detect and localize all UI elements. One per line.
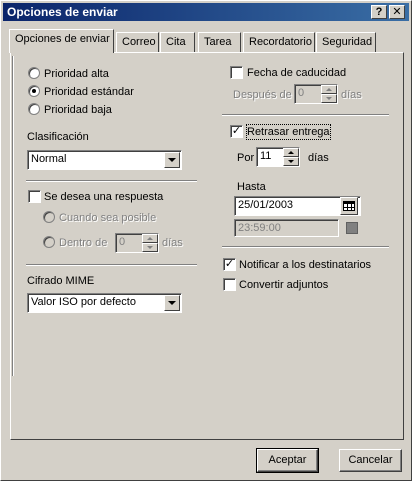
priority-standard-radio[interactable]: [28, 85, 40, 97]
until-label: Hasta: [237, 181, 266, 193]
convert-label: Convertir adjuntos: [239, 279, 329, 291]
chevron-down-icon[interactable]: [164, 295, 180, 311]
spin-up-icon[interactable]: [283, 148, 299, 157]
when-possible-radio[interactable]: [43, 211, 55, 223]
expiration-after-label: Después de: [233, 89, 292, 101]
delay-days-input[interactable]: 11: [256, 147, 300, 167]
help-icon: ?: [375, 6, 383, 18]
help-button[interactable]: ?: [371, 5, 387, 19]
delay-days-spinner[interactable]: [283, 148, 299, 166]
check-icon: ✓: [231, 125, 242, 137]
mime-select[interactable]: Valor ISO por defecto: [27, 293, 182, 313]
calendar-icon[interactable]: [340, 197, 358, 215]
tab-cita[interactable]: Cita: [160, 32, 195, 52]
close-icon: ✕: [392, 6, 402, 18]
delay-days-unit: días: [308, 152, 329, 164]
clock-icon[interactable]: [346, 222, 358, 234]
window-title: Opciones de enviar: [7, 5, 118, 19]
convert-checkbox[interactable]: [223, 278, 236, 291]
divider: [12, 56, 14, 376]
until-date-value: 25/01/2003: [238, 199, 294, 211]
dialog-window: Opciones de enviar ? ✕ Opciones de envia…: [0, 0, 412, 481]
within-radio[interactable]: [43, 236, 55, 248]
tab-label: Tarea: [204, 36, 232, 48]
classification-label: Clasificación: [27, 131, 89, 143]
check-icon: ✓: [224, 258, 235, 270]
expiration-days-unit: días: [341, 89, 362, 101]
tab-label: Cita: [166, 36, 186, 48]
reply-label: Se desea una respuesta: [44, 191, 164, 203]
tab-label: Opciones de enviar: [15, 33, 110, 45]
priority-low-label: Prioridad baja: [44, 104, 112, 116]
expiration-days-value: 0: [298, 87, 305, 99]
divider: [26, 264, 197, 266]
until-date-input[interactable]: 25/01/2003: [234, 196, 361, 216]
expiration-days-spinner[interactable]: [321, 85, 337, 103]
notify-checkbox[interactable]: ✓: [223, 258, 236, 271]
divider: [222, 246, 389, 248]
priority-high-radio[interactable]: [28, 67, 40, 79]
mime-label: Cifrado MIME: [27, 275, 95, 287]
tab-opciones-de-enviar[interactable]: Opciones de enviar: [9, 29, 114, 53]
spin-down-icon[interactable]: [142, 243, 158, 252]
expiration-days-input[interactable]: 0: [294, 84, 338, 104]
classification-value: Normal: [31, 153, 67, 165]
expiration-label: Fecha de caducidad: [247, 67, 347, 79]
divider: [222, 114, 389, 116]
tab-label: Seguridad: [322, 36, 373, 48]
within-label: Dentro de: [59, 237, 108, 249]
spin-up-icon[interactable]: [142, 234, 158, 243]
accept-button[interactable]: Aceptar: [256, 448, 319, 473]
spin-down-icon[interactable]: [321, 94, 337, 103]
title-bar: Opciones de enviar ? ✕: [3, 3, 409, 21]
until-time-input[interactable]: 23:59:00: [234, 219, 339, 237]
chevron-down-icon[interactable]: [164, 152, 180, 168]
within-days-spinner[interactable]: [142, 234, 158, 252]
divider: [26, 180, 197, 182]
within-days-input[interactable]: 0: [115, 233, 159, 253]
tab-recordatorio[interactable]: Recordatorio: [243, 32, 315, 52]
delay-by-label: Por: [237, 152, 255, 164]
reply-checkbox[interactable]: [28, 190, 41, 203]
within-days-value: 0: [119, 236, 126, 248]
tab-tarea[interactable]: Tarea: [198, 32, 241, 52]
within-days-unit: días: [162, 237, 183, 249]
delay-days-value: 11: [260, 150, 272, 162]
delay-label: Retrasar entrega: [246, 124, 331, 140]
tab-correo[interactable]: Correo: [116, 32, 159, 52]
priority-high-label: Prioridad alta: [44, 68, 109, 80]
until-time-value: 23:59:00: [238, 222, 281, 234]
classification-select[interactable]: Normal: [27, 150, 182, 170]
tab-label: Correo: [122, 36, 156, 48]
expiration-checkbox[interactable]: [230, 66, 243, 79]
close-button[interactable]: ✕: [389, 5, 405, 19]
priority-standard-label: Prioridad estándar: [44, 86, 134, 98]
mime-value: Valor ISO por defecto: [31, 296, 136, 308]
spin-down-icon[interactable]: [283, 157, 299, 166]
notify-label: Notificar a los destinatarios: [239, 259, 372, 271]
delay-checkbox[interactable]: ✓: [230, 125, 243, 138]
tab-label: Recordatorio: [249, 36, 312, 48]
cancel-button[interactable]: Cancelar: [339, 449, 402, 472]
priority-low-radio[interactable]: [28, 103, 40, 115]
tab-seguridad[interactable]: Seguridad: [316, 32, 376, 52]
when-possible-label: Cuando sea posible: [59, 212, 157, 224]
spin-up-icon[interactable]: [321, 85, 337, 94]
